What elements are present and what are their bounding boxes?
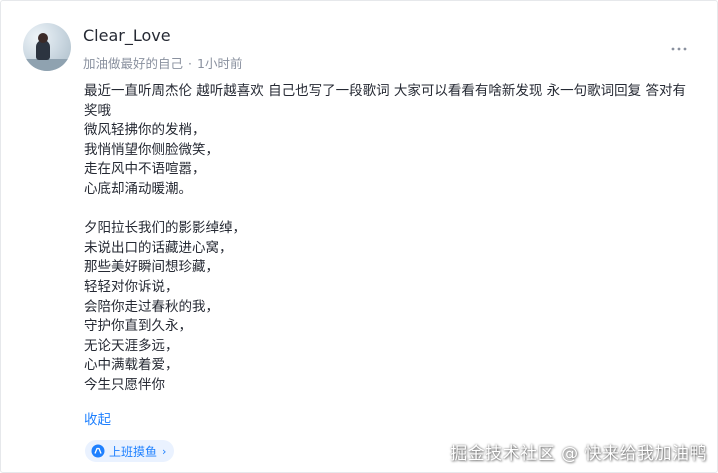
post-meta: 加油做最好的自己 · 1小时前 [83, 53, 242, 72]
lyric-line: 那些美好瞬间想珍藏， [84, 259, 219, 276]
lyric-line: 走在风中不语喧嚣， [84, 161, 206, 178]
chevron-right-icon: › [162, 444, 167, 458]
lyric-line: 今生只愿伴你 [84, 376, 165, 393]
avatar-ground [23, 59, 71, 71]
lyric-line: 守护你直到久永， [84, 318, 192, 335]
post-content: 最近一直听周杰伦 越听越喜欢 自己也写了一段歌词 大家可以看看有啥新发现 永一句… [84, 82, 699, 396]
lyric-line: 无论天涯多远， [84, 337, 179, 354]
lyric-line: 夕阳拉长我们的影影绰绰， [84, 220, 246, 237]
watermark: 掘金技术社区 @ 快来给我加油鸭 [450, 444, 707, 464]
topic-icon [91, 444, 105, 458]
lyric-line: 会陪你走过春秋的我， [84, 298, 219, 315]
avatar[interactable] [23, 23, 71, 71]
lyric-line: 心中满载着爱， [84, 357, 179, 374]
collapse-link[interactable]: 收起 [84, 408, 111, 428]
post-card: Clear_Love 加油做最好的自己 · 1小时前 最近一直听周杰伦 越听越喜欢 … [0, 0, 718, 473]
post-time: 1小时前 [197, 56, 243, 71]
lyric-line: 未说出口的话藏进心窝， [84, 239, 233, 256]
avatar-figure [36, 40, 50, 60]
user-signature: 加油做最好的自己 [83, 56, 184, 71]
lyric-line: 我悄悄望你侧脸微笑， [84, 141, 219, 158]
lyric-line: 心底却涌动暖潮。 [84, 180, 192, 197]
avatar-head [38, 33, 48, 43]
more-dots-icon[interactable] [669, 40, 689, 52]
topic-label: 上班摸鱼 [109, 444, 158, 459]
lyric-line: 微风轻拂你的发梢， [84, 122, 206, 139]
post-intro: 最近一直听周杰伦 越听越喜欢 自己也写了一段歌词 大家可以看看有啥新发现 永一句… [84, 83, 686, 119]
meta-separator: · [188, 56, 192, 71]
topic-tag[interactable]: 上班摸鱼 › [85, 440, 175, 462]
lyric-line: 轻轻对你诉说， [84, 278, 179, 295]
stanza-gap [84, 200, 699, 220]
username[interactable]: Clear_Love [83, 26, 171, 45]
